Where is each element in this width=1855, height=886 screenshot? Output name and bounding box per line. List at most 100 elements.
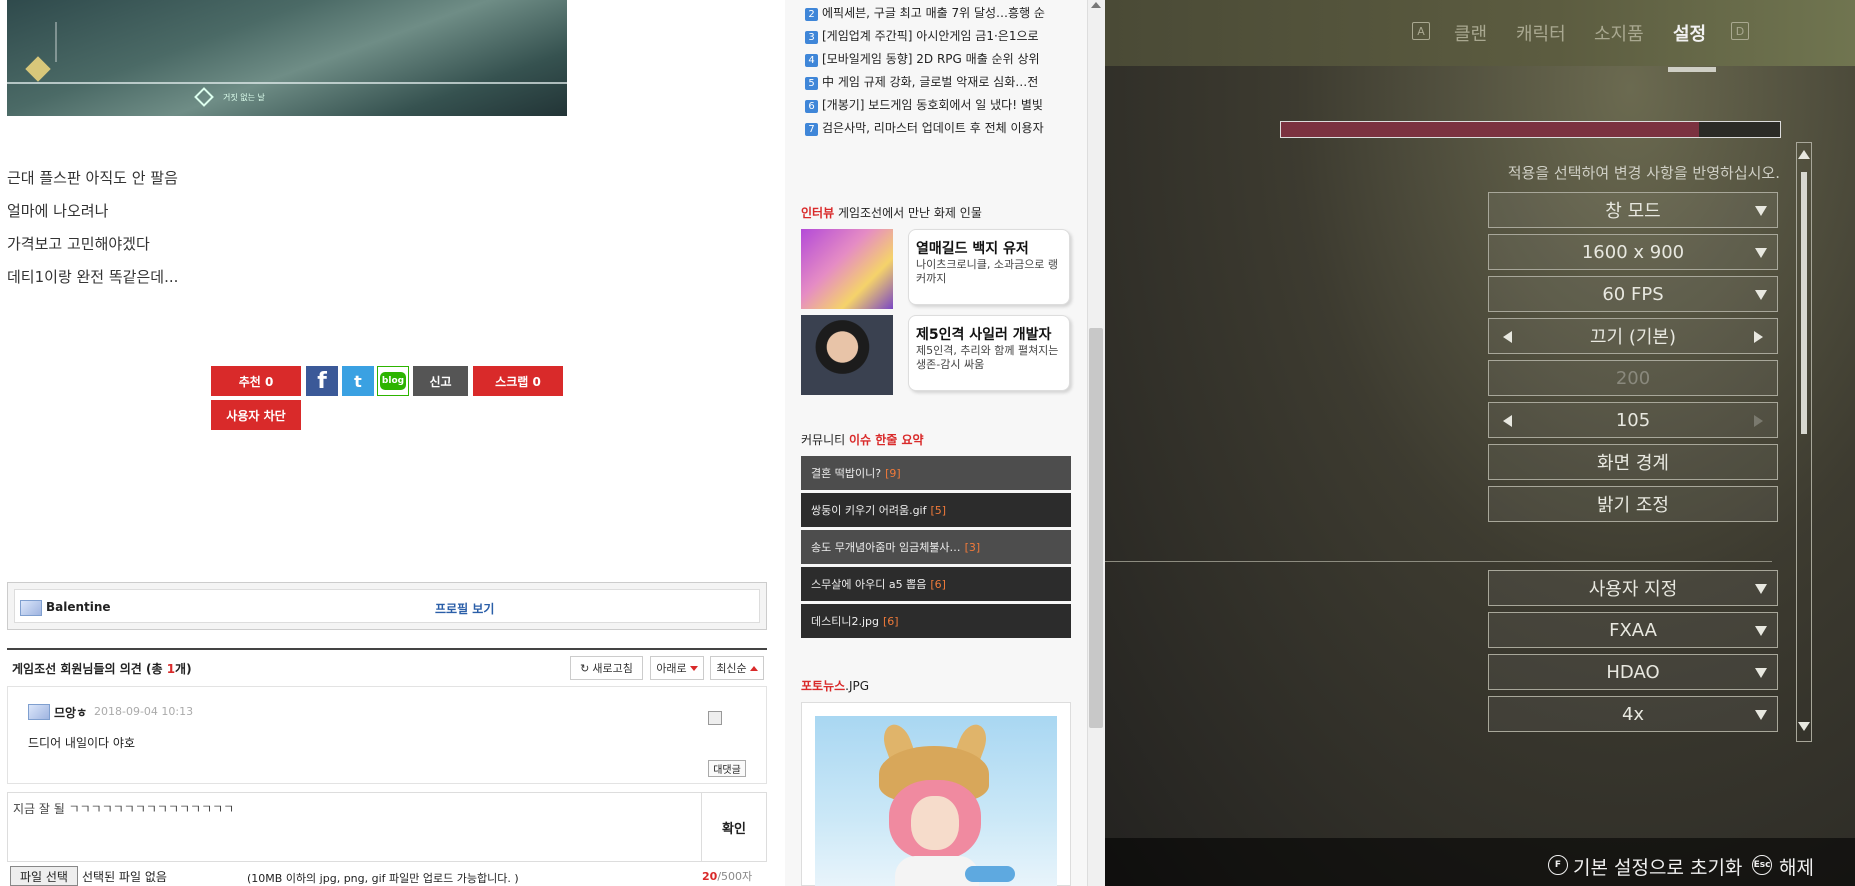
community-issue-item[interactable]: 데스티니2.jpg [6]: [801, 604, 1071, 638]
interview-thumbnail[interactable]: [801, 315, 893, 395]
texture-filtering-dropdown[interactable]: 4x: [1488, 696, 1778, 732]
community-issue-item[interactable]: 송도 무개념아줌마 임금체불사… [3]: [801, 530, 1071, 564]
caret-down-icon: [689, 665, 698, 671]
photo-news-title: 포토뉴스.JPG: [801, 679, 870, 693]
author-profile-box: [7, 582, 767, 630]
arrow-right-icon: [1754, 331, 1763, 343]
active-tab-indicator: [1668, 67, 1716, 72]
news-item[interactable]: 5中 게임 규제 강화, 글로벌 악재로 심화…전: [805, 73, 1065, 90]
author-name: Balentine: [46, 600, 111, 614]
sort-down-button[interactable]: 아래로: [650, 656, 704, 680]
scroll-down-icon[interactable]: [1798, 722, 1810, 731]
interview-thumbnail[interactable]: [801, 229, 893, 309]
waypoint-icon: [194, 87, 214, 107]
fov-stepper[interactable]: 105: [1488, 402, 1778, 438]
comment-count: 1: [166, 662, 176, 676]
blog-icon: blog: [379, 372, 407, 390]
comment-input[interactable]: 지금 잘 될 ㄱㄱㄱㄱㄱㄱㄱㄱㄱㄱㄱㄱㄱㄱㄱ: [13, 800, 234, 817]
framerate-dropdown[interactable]: 60 FPS: [1488, 276, 1778, 312]
key-a-icon: A: [1412, 22, 1430, 40]
char-counter: 20/500자: [702, 870, 753, 883]
photo-news-image[interactable]: [815, 716, 1057, 886]
tab-character[interactable]: 캐릭터: [1516, 20, 1566, 46]
file-upload-note: (10MB 이하의 jpg, png, gif 파일만 업로드 가능합니다. ): [247, 872, 519, 885]
recommend-button[interactable]: 추천 0: [211, 366, 301, 396]
refresh-comments-button[interactable]: ↻ 새로고침: [570, 656, 643, 680]
window-mode-dropdown[interactable]: 창 모드: [1488, 192, 1778, 228]
dropdown-arrow-icon: [1755, 710, 1767, 720]
key-f-icon: F: [1548, 855, 1568, 875]
facebook-share-button[interactable]: f: [306, 366, 338, 396]
comment-author[interactable]: 므앙ㅎ: [54, 704, 87, 721]
scrap-button[interactable]: 스크랩 0: [473, 366, 563, 396]
caret-up-icon: [749, 665, 758, 671]
news-item[interactable]: 7 검은사막, 리마스터 업데이트 후 전체 이용자: [805, 119, 1065, 136]
ambient-occlusion-dropdown[interactable]: HDAO: [1488, 654, 1778, 690]
news-item[interactable]: 2 에픽세븐, 구글 최고 매출 7위 달성…흥행 순: [805, 4, 1065, 21]
community-issue-item[interactable]: 스무살에 아우디 a5 뽑음 [6]: [801, 567, 1071, 601]
dropdown-arrow-icon: [1755, 584, 1767, 594]
community-section-title: 커뮤니티 이슈 한줄 요약: [801, 433, 924, 447]
option-stepper[interactable]: 끄기 (기본): [1488, 318, 1778, 354]
file-status: 선택된 파일 없음: [82, 870, 167, 884]
graphics-preset-dropdown[interactable]: 사용자 지정: [1488, 570, 1778, 606]
dropdown-arrow-icon: [1755, 290, 1767, 300]
report-button[interactable]: 신고: [413, 366, 468, 396]
screen-bounds-button[interactable]: 화면 경계: [1488, 444, 1778, 480]
scroll-up-icon[interactable]: [1091, 2, 1101, 8]
scroll-up-icon[interactable]: [1798, 150, 1810, 159]
reset-defaults-button[interactable]: 기본 설정으로 초기화: [1573, 853, 1742, 880]
post-text-line: 얼마에 나오려나: [7, 202, 109, 220]
arrow-left-icon: [1503, 331, 1512, 343]
block-user-button[interactable]: 사용자 차단: [211, 400, 301, 430]
settings-footer: [1105, 838, 1855, 886]
dropdown-arrow-icon: [1755, 248, 1767, 258]
dropdown-arrow-icon: [1755, 206, 1767, 216]
section-divider: [1105, 561, 1772, 562]
submit-comment-button[interactable]: 확인: [701, 793, 766, 861]
comments-title: 게임조선 회원님들의 의견 (총 1개): [12, 662, 192, 676]
interview-desc: 제5인격, 추리와 함께 펼쳐지는 생존-감시 싸움: [916, 344, 1059, 371]
avatar: [28, 704, 50, 720]
twitter-share-button[interactable]: t: [342, 366, 374, 396]
post-text-line: 가격보고 고민해야겠다: [7, 235, 150, 253]
arrow-left-icon: [1503, 415, 1512, 427]
community-issue-item[interactable]: 쌍둥이 키우기 어려움.gif [5]: [801, 493, 1071, 527]
file-select-button[interactable]: 파일 선택: [10, 866, 78, 886]
scrollbar-thumb[interactable]: [1089, 328, 1103, 728]
antialiasing-dropdown[interactable]: FXAA: [1488, 612, 1778, 648]
dropdown-arrow-icon: [1755, 626, 1767, 636]
post-text-line: 근대 플스판 아직도 안 팔음: [7, 169, 178, 187]
hud-caption: 거짓 없는 날: [223, 93, 265, 102]
ghost-diamond-icon: [25, 56, 51, 82]
comment-text: 드디어 내일이다 야호: [28, 736, 135, 750]
post-screenshot-image: 거짓 없는 날: [7, 0, 567, 116]
refresh-icon: ↻: [580, 661, 590, 675]
tab-clan[interactable]: 클랜: [1454, 20, 1487, 46]
report-comment-icon[interactable]: [708, 711, 722, 725]
blog-share-button[interactable]: blog: [377, 366, 409, 396]
key-esc-icon: Esc: [1752, 855, 1772, 875]
key-d-icon: D: [1731, 22, 1749, 40]
disabled-value-field: 200: [1488, 360, 1778, 396]
brightness-button[interactable]: 밝기 조정: [1488, 486, 1778, 522]
apply-hint: 적용을 선택하여 변경 사항을 반영하십시오.: [1507, 164, 1780, 182]
sort-latest-button[interactable]: 최신순: [710, 656, 764, 680]
interview-name: 제5인격 사일러 개발자: [916, 327, 1052, 343]
settings-scrollbar-thumb[interactable]: [1801, 172, 1807, 434]
forum-post: 거짓 없는 날 근대 플스판 아직도 안 팔음 얼마에 나오려나 가격보고 고민…: [0, 0, 785, 886]
resolution-dropdown[interactable]: 1600 x 900: [1488, 234, 1778, 270]
reply-button[interactable]: 대댓글: [708, 760, 746, 777]
news-item[interactable]: 4 [모바일게임 동향] 2D RPG 매출 순위 상위: [805, 50, 1065, 67]
settings-progress-fill: [1281, 122, 1699, 137]
arrow-right-icon: [1754, 415, 1763, 427]
close-button[interactable]: 해제: [1779, 853, 1814, 880]
view-profile-link[interactable]: 프로필 보기: [435, 600, 494, 617]
tab-inventory[interactable]: 소지품: [1594, 20, 1644, 46]
tab-settings[interactable]: 설정: [1673, 20, 1706, 46]
news-item[interactable]: 3 [게임업계 주간픽] 아시안게임 금1·은1으로: [805, 27, 1065, 44]
news-item[interactable]: 6 [개봉기] 보드게임 동호회에서 일 냈다! 별빛: [805, 96, 1065, 113]
community-issue-item[interactable]: 결혼 떡밥이니? [9]: [801, 456, 1071, 490]
interview-name: 열매길드 백지 유저: [916, 241, 1029, 257]
comment-date: 2018-09-04 10:13: [94, 705, 194, 718]
